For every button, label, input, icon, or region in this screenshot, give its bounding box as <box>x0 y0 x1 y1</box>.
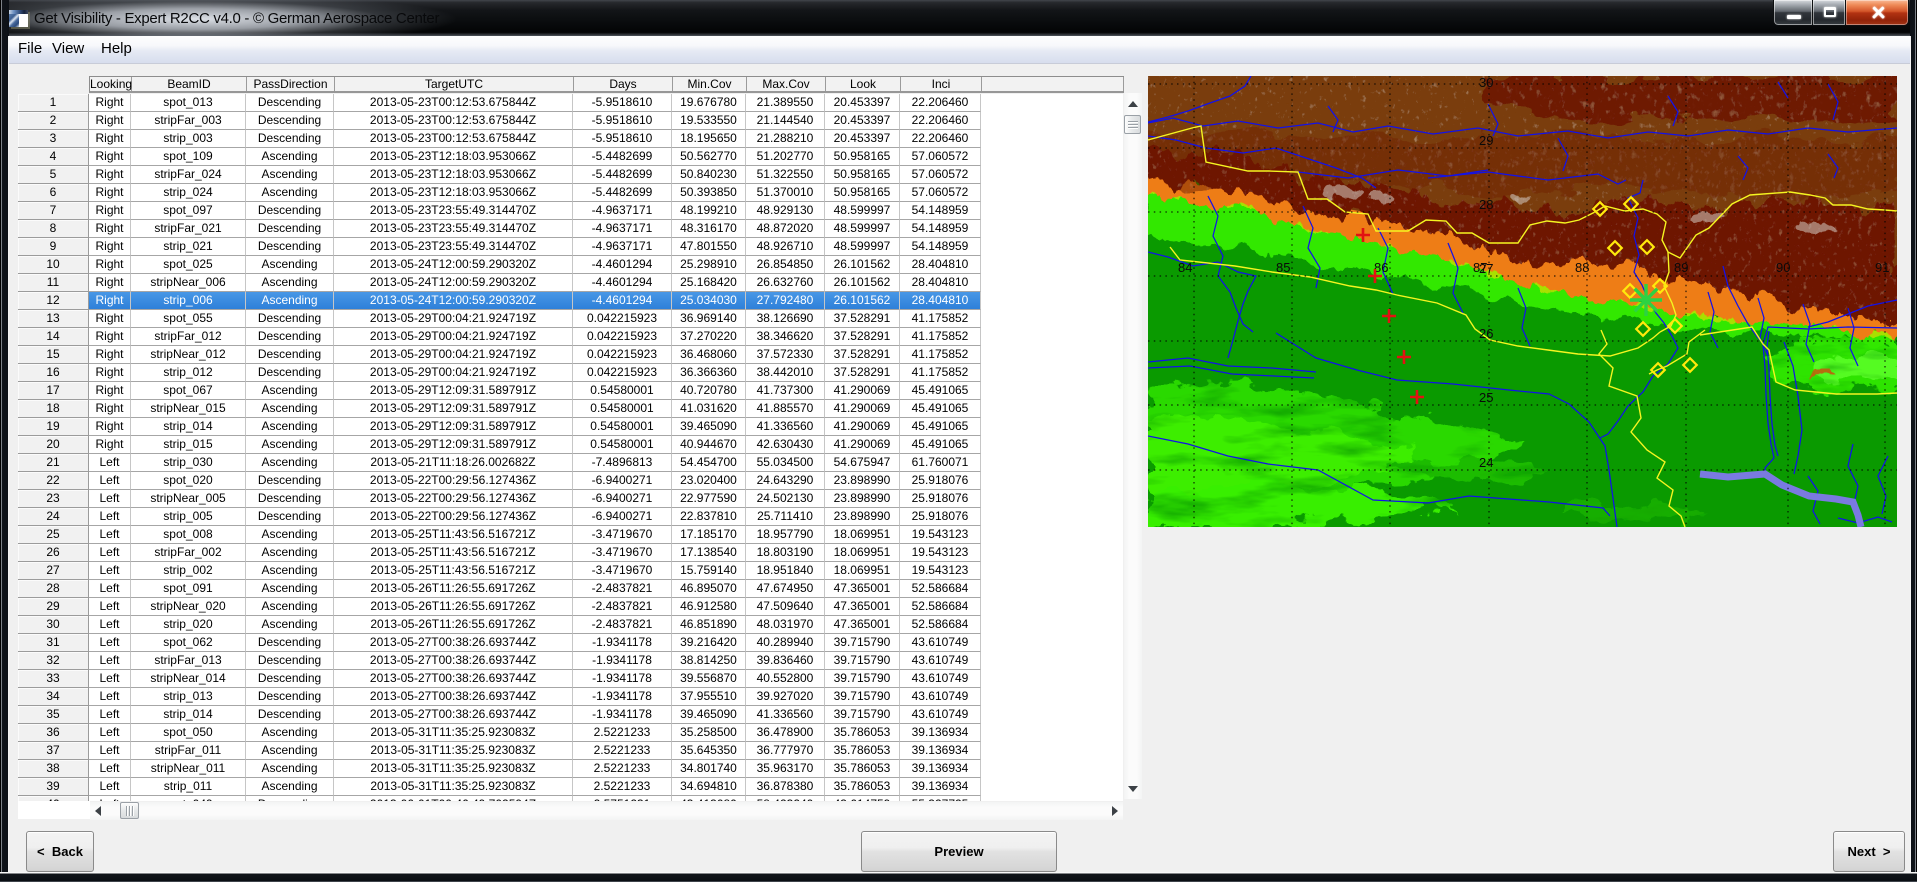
svg-text:25: 25 <box>1479 390 1493 405</box>
svg-text:29: 29 <box>1479 133 1493 148</box>
svg-text:26: 26 <box>1479 326 1493 341</box>
svg-text:30: 30 <box>1479 76 1493 90</box>
svg-text:84: 84 <box>1178 260 1192 275</box>
svg-text:88: 88 <box>1575 260 1589 275</box>
svg-text:91: 91 <box>1875 260 1889 275</box>
svg-text:24: 24 <box>1479 455 1493 470</box>
svg-text:28: 28 <box>1479 197 1493 212</box>
svg-text:87: 87 <box>1473 260 1487 275</box>
svg-text:85: 85 <box>1276 260 1290 275</box>
svg-text:89: 89 <box>1674 260 1688 275</box>
svg-text:90: 90 <box>1776 260 1790 275</box>
